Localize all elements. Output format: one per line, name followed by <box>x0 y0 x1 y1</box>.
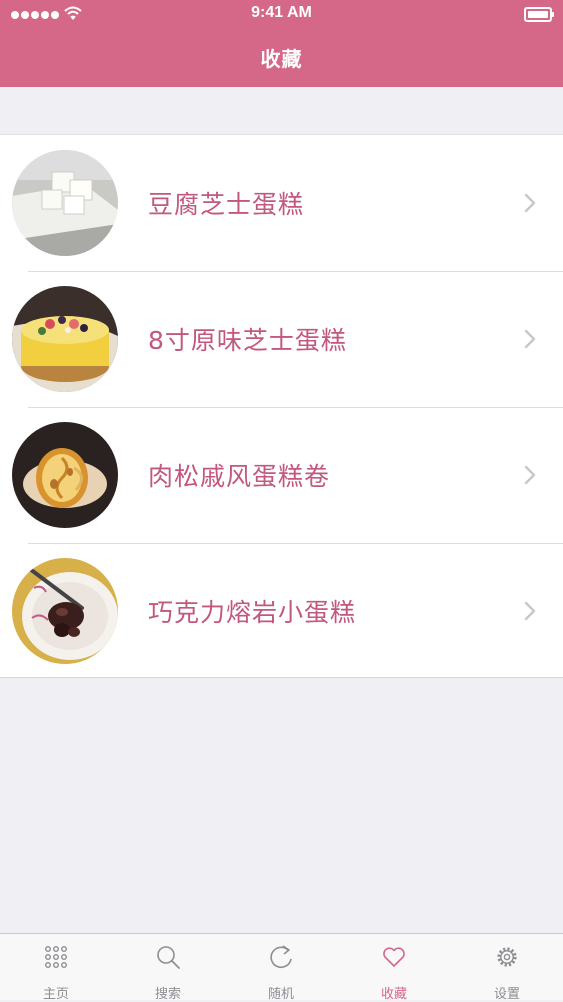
favorite-item[interactable]: 8寸原味芝士蛋糕 <box>0 271 563 407</box>
tab-random[interactable]: 随机 <box>225 934 337 1002</box>
search-icon <box>157 946 180 969</box>
tab-label: 收藏 <box>380 987 407 1002</box>
chiffon-roll-photo <box>12 422 118 528</box>
tofu-cheesecake-photo <box>12 150 118 256</box>
lava-cake-photo <box>12 558 118 664</box>
heart-icon <box>383 947 405 967</box>
chevron-right-icon <box>524 465 536 485</box>
tab-search[interactable]: 搜索 <box>112 934 224 1002</box>
chevron-right-icon <box>524 193 536 213</box>
cheesecake-photo <box>12 286 118 392</box>
tab-label: 设置 <box>493 987 520 1002</box>
tab-label: 随机 <box>267 987 294 1002</box>
battery-icon <box>524 7 554 22</box>
favorite-item[interactable]: 肉松戚风蛋糕卷 <box>0 407 563 543</box>
refresh-icon <box>270 945 292 969</box>
favorite-title: 肉松戚风蛋糕卷 <box>148 462 331 491</box>
favorite-title: 8寸原味芝士蛋糕 <box>148 326 347 355</box>
page-title: 收藏 <box>260 47 303 71</box>
gear-icon <box>497 947 517 967</box>
favorite-item[interactable]: 豆腐芝士蛋糕 <box>0 135 563 271</box>
favorite-title: 巧克力熔岩小蛋糕 <box>148 598 357 627</box>
favorite-title: 豆腐芝士蛋糕 <box>148 190 305 219</box>
nav-header: 9:41 AM 收藏 <box>0 0 563 87</box>
chevron-right-icon <box>524 329 536 349</box>
favorite-item[interactable]: 巧克力熔岩小蛋糕 <box>0 543 563 679</box>
tab-home[interactable]: 主页 <box>0 934 112 1002</box>
tab-bar: 主页 搜索 随机 收藏 设置 <box>0 933 563 1002</box>
status-time: 9:41 AM <box>251 4 312 21</box>
chevron-right-icon <box>524 601 536 621</box>
favorites-list: 豆腐芝士蛋糕 8寸原味芝士蛋糕 肉松戚风蛋糕卷 巧克力熔岩小蛋糕 <box>0 134 563 678</box>
tab-label: 搜索 <box>154 987 181 1002</box>
grid-icon <box>45 946 68 969</box>
tab-label: 主页 <box>42 987 69 1002</box>
tab-favorites[interactable]: 收藏 <box>338 934 450 1002</box>
tab-settings[interactable]: 设置 <box>451 934 563 1002</box>
status-bar: 9:41 AM <box>0 0 563 30</box>
